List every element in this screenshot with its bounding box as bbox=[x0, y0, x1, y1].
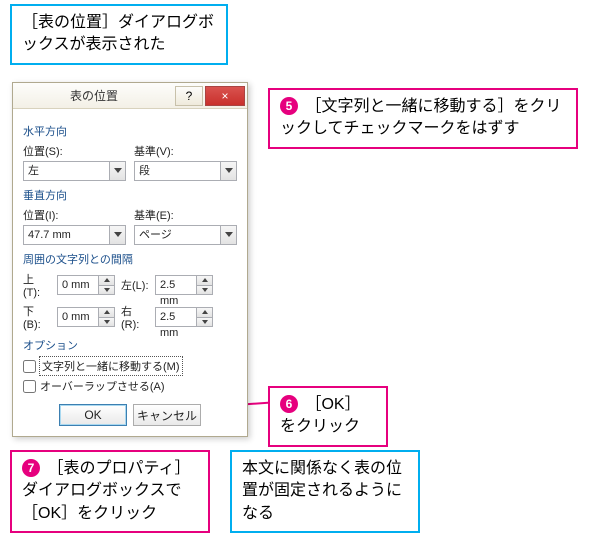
step-badge-7: 7 bbox=[22, 459, 40, 477]
dialog-title: 表の位置 bbox=[13, 87, 175, 104]
chevron-up-icon[interactable] bbox=[98, 276, 114, 285]
callout-dialog-shown: ［表の位置］ダイアログボックスが表示された bbox=[10, 4, 228, 65]
callout-text: 本文に関係なく表の位置が固定されるようになる bbox=[242, 460, 402, 522]
group-margins: 周囲の文字列との間隔 bbox=[23, 251, 237, 267]
combo-vert-pos[interactable]: 47.7 mm bbox=[23, 225, 126, 245]
combo-value: ページ bbox=[135, 226, 220, 244]
combo-value: 段 bbox=[135, 162, 220, 180]
group-vertical: 垂直方向 bbox=[23, 187, 237, 203]
spin-margin-left[interactable]: 2.5 mm bbox=[155, 275, 213, 295]
help-button[interactable]: ? bbox=[175, 86, 203, 106]
chevron-down-icon[interactable] bbox=[98, 317, 114, 327]
chevron-down-icon bbox=[109, 162, 125, 180]
chevron-up-icon[interactable] bbox=[196, 308, 212, 317]
group-options: オプション bbox=[23, 337, 237, 353]
close-icon: × bbox=[221, 89, 228, 103]
combo-horiz-base[interactable]: 段 bbox=[134, 161, 237, 181]
step-badge-5: 5 bbox=[280, 97, 298, 115]
label-horiz-pos: 位置(S): bbox=[23, 143, 126, 159]
combo-value: 47.7 mm bbox=[24, 226, 109, 244]
ok-button[interactable]: OK bbox=[59, 404, 127, 426]
button-label: キャンセル bbox=[137, 407, 197, 424]
callout-fixed-pos: 本文に関係なく表の位置が固定されるようになる bbox=[230, 450, 420, 533]
combo-vert-base[interactable]: ページ bbox=[134, 225, 237, 245]
label-margin-right: 右(R): bbox=[121, 303, 149, 331]
spin-margin-right[interactable]: 2.5 mm bbox=[155, 307, 213, 327]
combo-value: 左 bbox=[24, 162, 109, 180]
step-badge-6: 6 bbox=[280, 395, 298, 413]
label-horiz-base: 基準(V): bbox=[134, 143, 237, 159]
callout-text: ［文字列と一緒に移動する］をクリックしてチェックマークをはずす bbox=[280, 98, 561, 137]
chevron-down-icon[interactable] bbox=[98, 285, 114, 295]
chevron-down-icon bbox=[220, 226, 236, 244]
label-overlap: オーバーラップさせる(A) bbox=[40, 378, 165, 394]
dialog-body: 水平方向 位置(S): 左 基準(V): 段 垂直方向 位置(I): bbox=[13, 109, 247, 436]
chevron-up-icon[interactable] bbox=[196, 276, 212, 285]
spin-margin-top[interactable]: 0 mm bbox=[57, 275, 115, 295]
callout-step5: 5 ［文字列と一緒に移動する］をクリックしてチェックマークをはずす bbox=[268, 88, 578, 149]
chevron-down-icon[interactable] bbox=[196, 317, 212, 327]
chevron-up-icon[interactable] bbox=[98, 308, 114, 317]
callout-text: ［表の位置］ダイアログボックスが表示された bbox=[22, 14, 214, 53]
button-label: OK bbox=[84, 408, 101, 422]
cancel-button[interactable]: キャンセル bbox=[133, 404, 201, 426]
callout-text: ［表のプロパティ］ダイアログボックスで［OK］をクリック bbox=[22, 460, 191, 522]
callout-step7: 7 ［表のプロパティ］ダイアログボックスで［OK］をクリック bbox=[10, 450, 210, 533]
close-button[interactable]: × bbox=[205, 86, 245, 106]
label-margin-left: 左(L): bbox=[121, 277, 149, 293]
spin-margin-bottom[interactable]: 0 mm bbox=[57, 307, 115, 327]
checkbox-overlap[interactable] bbox=[23, 380, 36, 393]
chevron-down-icon bbox=[220, 162, 236, 180]
spin-value: 0 mm bbox=[58, 308, 98, 326]
label-move-with-text: 文字列と一緒に移動する(M) bbox=[40, 357, 182, 375]
help-icon: ? bbox=[186, 89, 193, 103]
label-vert-pos: 位置(I): bbox=[23, 207, 126, 223]
checkbox-move-with-text[interactable] bbox=[23, 360, 36, 373]
titlebar[interactable]: 表の位置 ? × bbox=[13, 83, 247, 109]
label-margin-bottom: 下(B): bbox=[23, 303, 51, 331]
callout-step6: 6 ［OK］をクリック bbox=[268, 386, 388, 447]
label-margin-top: 上(T): bbox=[23, 271, 51, 299]
label-vert-base: 基準(E): bbox=[134, 207, 237, 223]
spin-value: 2.5 mm bbox=[156, 308, 196, 326]
spin-value: 2.5 mm bbox=[156, 276, 196, 294]
chevron-down-icon[interactable] bbox=[196, 285, 212, 295]
chevron-down-icon bbox=[109, 226, 125, 244]
combo-horiz-pos[interactable]: 左 bbox=[23, 161, 126, 181]
spin-value: 0 mm bbox=[58, 276, 98, 294]
table-position-dialog: 表の位置 ? × 水平方向 位置(S): 左 基準(V): 段 垂直方向 bbox=[12, 82, 248, 437]
group-horizontal: 水平方向 bbox=[23, 123, 237, 139]
